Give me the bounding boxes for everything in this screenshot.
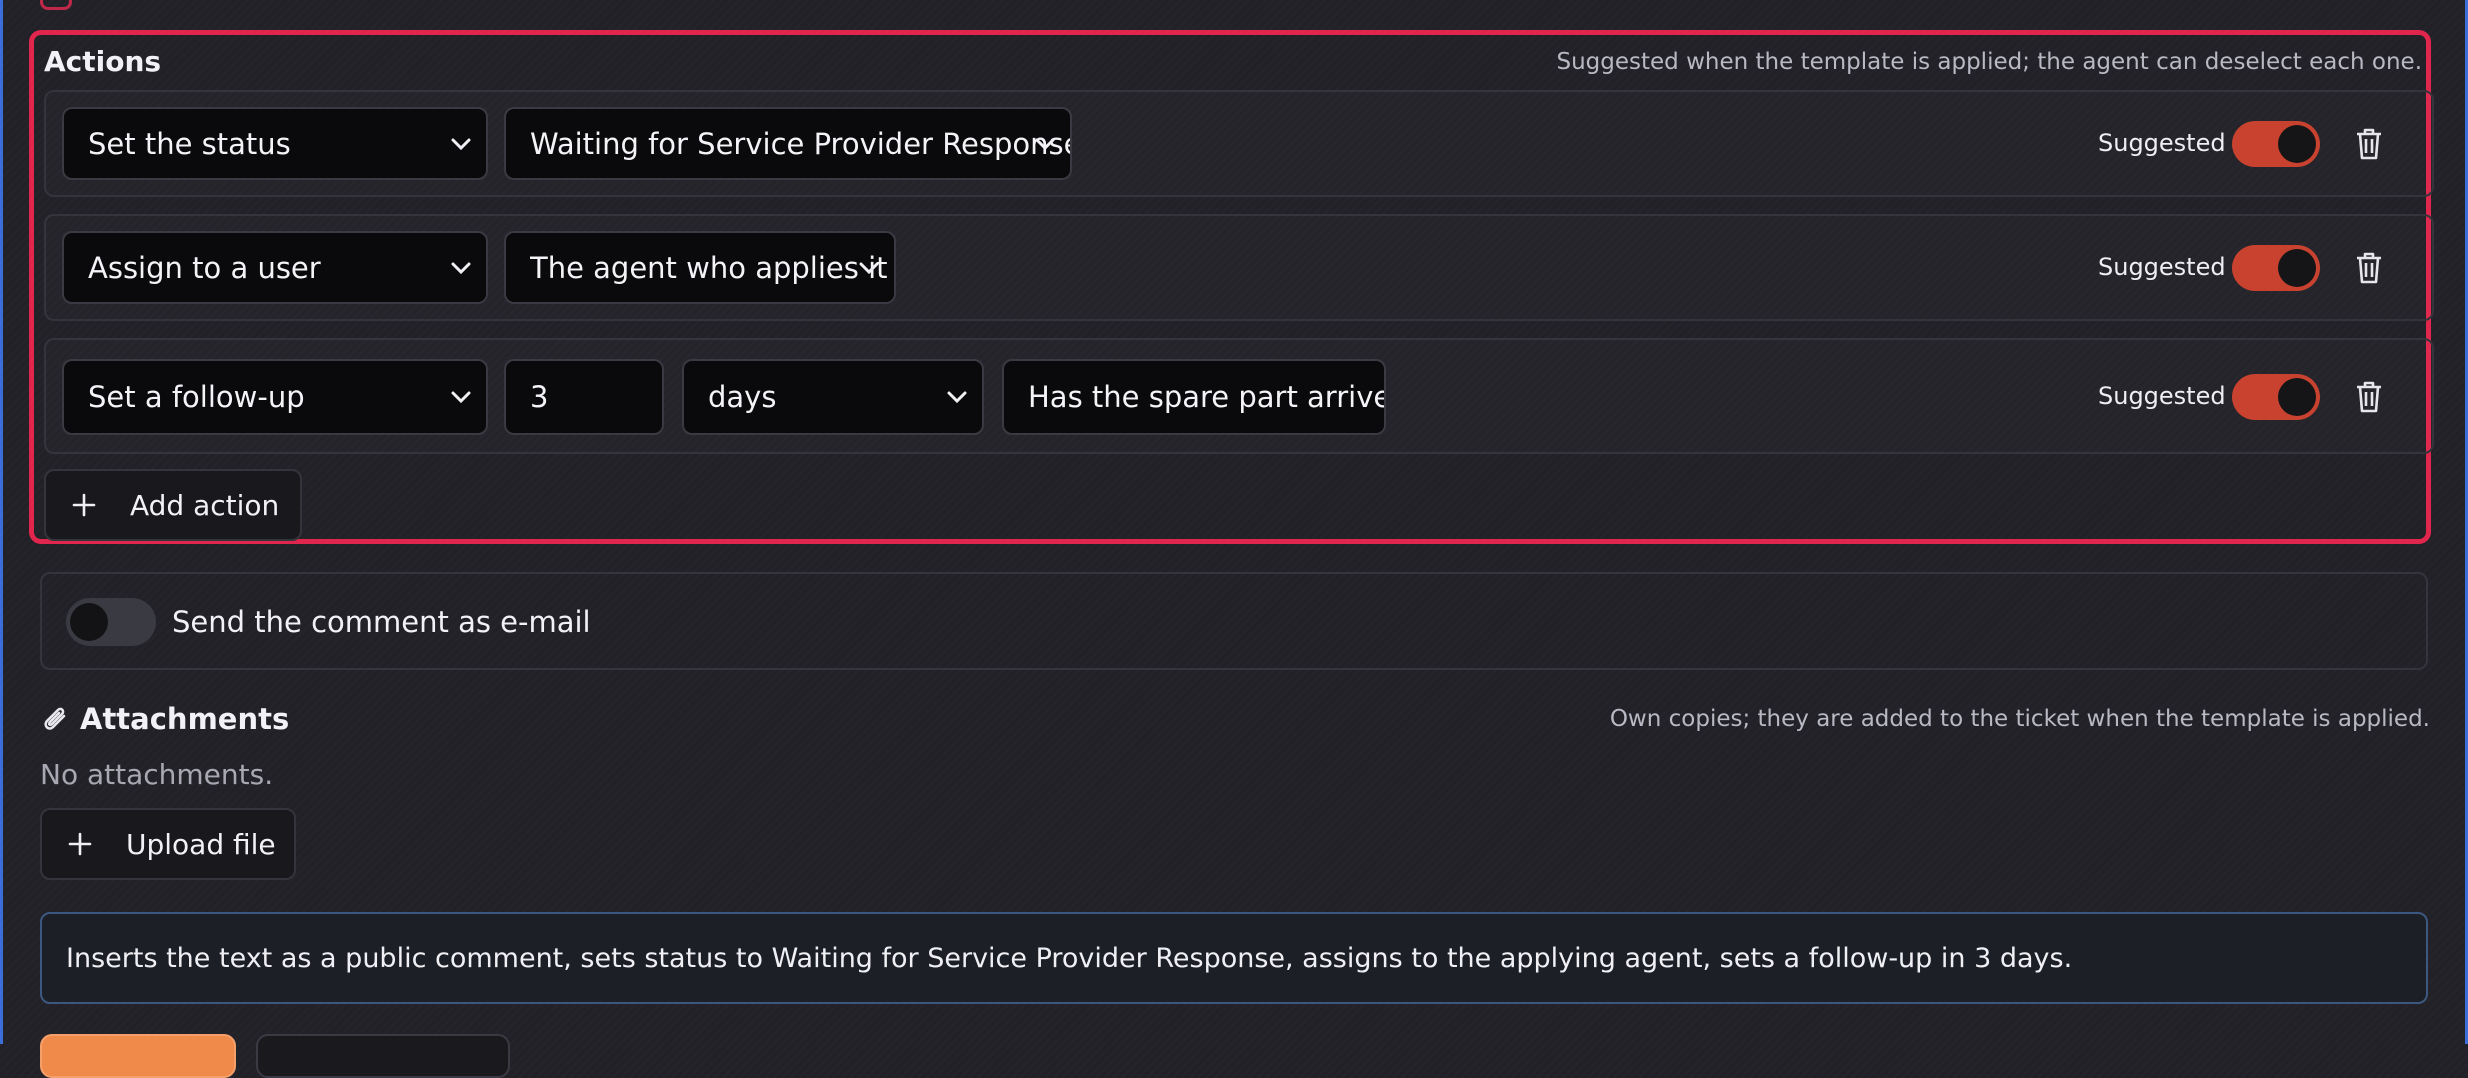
- suggested-toggle[interactable]: [2232, 121, 2320, 167]
- send-email-toggle[interactable]: [66, 598, 156, 646]
- action-type-value: Set a follow-up: [88, 380, 305, 414]
- trash-icon[interactable]: [2354, 251, 2384, 285]
- action-row-assign: Assign to a user The agent who applies i…: [44, 214, 2434, 321]
- action-type-select[interactable]: Assign to a user: [62, 231, 488, 304]
- follow-up-note: Has the spare part arrived: [1028, 380, 1384, 414]
- action-row-status: Set the status Waiting for Service Provi…: [44, 90, 2434, 197]
- status-value: Waiting for Service Provider Response: [530, 126, 1070, 161]
- suggested-label: Suggested: [2098, 382, 2226, 410]
- action-type-value: Assign to a user: [88, 250, 321, 285]
- secondary-action-button[interactable]: [256, 1034, 510, 1078]
- trash-icon[interactable]: [2354, 380, 2384, 414]
- trash-icon[interactable]: [2354, 127, 2384, 161]
- action-type-value: Set the status: [88, 126, 291, 161]
- toggle-knob: [2278, 378, 2316, 416]
- left-frame-edge: [0, 0, 3, 1044]
- upload-file-button[interactable]: Upload file: [40, 808, 296, 880]
- action-type-select[interactable]: Set the status: [62, 107, 488, 180]
- chevron-down-icon: [451, 262, 471, 274]
- send-email-label: Send the comment as e-mail: [172, 605, 591, 639]
- chevron-down-icon: [947, 391, 967, 404]
- suggested-label: Suggested: [2098, 253, 2226, 281]
- toggle-knob: [2278, 249, 2316, 287]
- chevron-down-icon: [451, 391, 471, 404]
- add-action-label: Add action: [130, 488, 280, 522]
- follow-up-amount: 3: [530, 380, 549, 414]
- attachments-hint: Own copies; they are added to the ticket…: [1609, 706, 2430, 732]
- suggested-label: Suggested: [2098, 129, 2226, 157]
- assignee-select[interactable]: The agent who applies it: [504, 231, 896, 304]
- primary-action-button[interactable]: [40, 1034, 236, 1078]
- follow-up-amount-input[interactable]: 3: [504, 359, 664, 435]
- follow-up-unit-select[interactable]: days: [682, 359, 984, 435]
- template-summary: Inserts the text as a public comment, se…: [40, 912, 2428, 1004]
- status-value-select[interactable]: Waiting for Service Provider Response: [504, 107, 1072, 180]
- chevron-down-icon: [1035, 138, 1055, 150]
- suggested-toggle[interactable]: [2232, 374, 2320, 420]
- toggle-knob: [2278, 125, 2316, 163]
- add-action-button[interactable]: Add action: [44, 469, 302, 541]
- plus-icon: [68, 832, 92, 856]
- paperclip-icon: [44, 707, 66, 730]
- top-partial-element: [40, 0, 72, 10]
- chevron-down-icon: [451, 138, 471, 150]
- assignee-value: The agent who applies it: [530, 250, 888, 285]
- actions-hint: Suggested when the template is applied; …: [1556, 49, 2423, 75]
- suggested-toggle[interactable]: [2232, 245, 2320, 291]
- attachments-title: Attachments: [80, 702, 290, 736]
- follow-up-unit: days: [708, 380, 777, 414]
- plus-icon: [72, 493, 96, 517]
- action-type-select[interactable]: Set a follow-up: [62, 359, 488, 435]
- actions-title: Actions: [44, 45, 162, 78]
- actions-panel: Actions Suggested when the template is a…: [29, 30, 2434, 544]
- follow-up-note-input[interactable]: Has the spare part arrived: [1002, 359, 1386, 435]
- send-email-row: Send the comment as e-mail: [40, 572, 2428, 670]
- upload-file-label: Upload file: [126, 827, 276, 861]
- chevron-down-icon: [859, 262, 879, 274]
- no-attachments-text: No attachments.: [40, 758, 274, 791]
- action-row-follow-up: Set a follow-up 3 days Has the spare par…: [44, 338, 2434, 454]
- toggle-knob: [70, 603, 108, 641]
